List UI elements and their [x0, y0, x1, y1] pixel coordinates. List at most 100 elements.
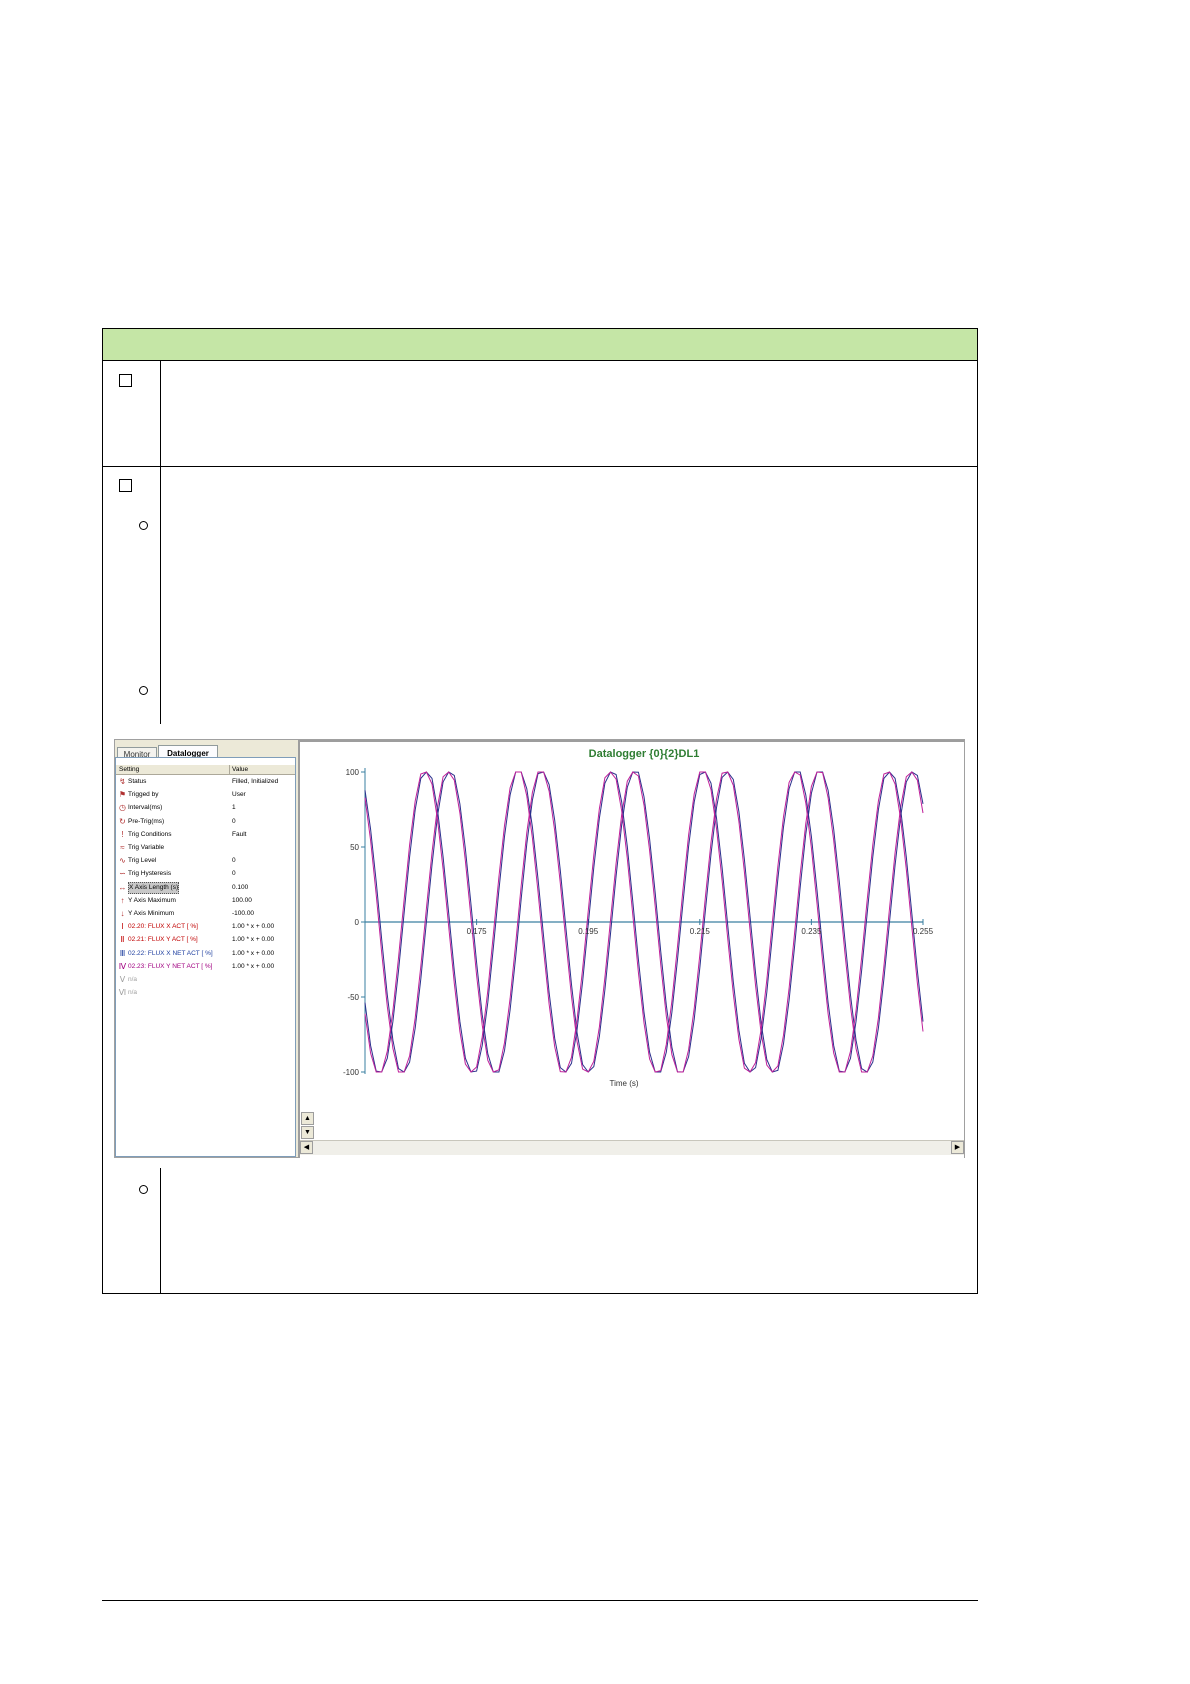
y-tick-label: 100	[346, 768, 360, 777]
setting-label: Y Axis Maximum	[128, 896, 176, 904]
chart-axes	[361, 768, 924, 1074]
setting-label: Status	[128, 778, 147, 785]
grid-row[interactable]: ∽ Trig Hysteresis 0	[116, 867, 295, 880]
grid-row[interactable]: ! Trig Conditions Fault	[116, 828, 295, 841]
channel-5-icon: Ⅴ	[119, 975, 126, 984]
setting-label: Pre-Trig(ms)	[128, 817, 165, 825]
scroll-up-button[interactable]: ▲	[301, 1112, 314, 1125]
grid-row[interactable]: ≈ Trig Variable	[116, 841, 295, 854]
setting-label: Interval(ms)	[128, 804, 163, 812]
setting-label: Trig Level	[128, 857, 157, 865]
chart-labels: Datalogger {0}{2}DL1 100 50 0 -50 -100 0.175 0.…	[343, 748, 934, 1088]
x-axis-icon: ↔	[118, 882, 127, 892]
grid-row[interactable]: Ⅵn/a	[116, 986, 295, 999]
x-tick-label: 0.175	[467, 927, 488, 936]
setting-label: X Axis Length (s)	[128, 881, 180, 894]
setting-label: n/a	[128, 976, 138, 983]
column-divider	[160, 1168, 161, 1294]
channel-3-icon: Ⅲ	[119, 948, 126, 958]
footer-rule	[102, 1600, 978, 1601]
variable-icon: ≈	[120, 843, 125, 852]
setting-value: Fault	[232, 830, 247, 838]
sub-step-bullet	[139, 1185, 148, 1194]
setting-value: 100.00	[232, 896, 252, 904]
setting-value: 0.100	[232, 883, 249, 891]
step-checkbox[interactable]	[119, 374, 132, 387]
scroll-left-button[interactable]: ◀	[300, 1141, 313, 1154]
x-axis-label: Time (s)	[609, 1079, 638, 1088]
setting-label: 02.22: FLUX X NET ACT [ %]	[128, 949, 213, 957]
step-checkbox[interactable]	[119, 479, 132, 492]
clock-icon: ◷	[119, 803, 126, 813]
column-separator	[229, 765, 230, 774]
grid-row[interactable]: Ⅱ 02.21: FLUX Y ACT [ %] 1.00 * x + 0.00	[116, 933, 295, 946]
grid-row[interactable]: Ⅲ 02.22: FLUX X NET ACT [ %] 1.00 * x + 0.…	[116, 947, 295, 960]
setting-value: Filled, Initialized	[232, 778, 279, 785]
grid-row[interactable]: ↑ Y Axis Maximum 100.00	[116, 894, 295, 907]
table-header-band	[103, 329, 977, 361]
column-header-setting[interactable]: Setting	[119, 765, 139, 774]
datalogger-chart: Datalogger {0}{2}DL1 100 50 0 -50 -100 0.175 0.…	[343, 748, 934, 1088]
grid-row[interactable]: Ⅴn/a	[116, 973, 295, 986]
y-tick-label: -100	[343, 1068, 360, 1077]
setting-value: User	[232, 791, 246, 799]
setting-label: Trig Conditions	[128, 830, 172, 838]
setting-value: 0	[232, 870, 236, 878]
level-icon: ∿	[119, 856, 126, 866]
setting-value: 0	[232, 817, 236, 825]
grid-row[interactable]: ⚑ Trigged by User	[116, 788, 295, 801]
setting-label: n/a	[128, 989, 138, 997]
setting-value: -100.00	[232, 910, 255, 917]
sub-step-bullet	[139, 521, 148, 530]
row-divider	[102, 466, 978, 467]
setting-label: 02.23: FLUX Y NET ACT [ %]	[128, 962, 213, 970]
x-tick-label: 0.255	[913, 927, 934, 936]
scroll-right-button[interactable]: ▶	[951, 1141, 964, 1154]
column-divider	[160, 360, 161, 466]
arrow-up-icon: ↑	[120, 895, 125, 905]
setting-value: 0	[232, 857, 236, 865]
channel-6-icon: Ⅵ	[118, 988, 127, 998]
status-icon: ↯	[119, 777, 126, 786]
grid-row[interactable]: ∿ Trig Level 0	[116, 854, 295, 867]
setting-label: Trigged by	[128, 791, 159, 799]
x-tick-label: 0.195	[578, 927, 599, 936]
grid-row[interactable]: ◷ Interval(ms) 1	[116, 801, 295, 814]
grid-row[interactable]: Ⅳ 02.23: FLUX Y NET ACT [ %] 1.00 * x + 0.…	[116, 960, 295, 973]
setting-value: 1.00 * x + 0.00	[232, 923, 275, 931]
sub-step-bullet	[139, 686, 148, 695]
setting-value: 1.00 * x + 0.00	[232, 949, 275, 957]
exclamation-icon: !	[121, 829, 124, 839]
grid-row[interactable]: ↯ Status Filled, Initialized	[116, 775, 295, 788]
y-tick-label: 0	[355, 918, 360, 927]
setting-label: Trig Variable	[128, 844, 165, 851]
setting-value: 1	[232, 804, 236, 812]
hysteresis-icon: ∽	[119, 869, 126, 879]
setting-label: 02.21: FLUX Y ACT [ %]	[128, 936, 198, 944]
setting-value: 1.00 * x + 0.00	[232, 936, 275, 944]
column-header-value[interactable]: Value	[232, 765, 248, 774]
trigger-icon: ⚑	[118, 790, 127, 800]
grid-header: Setting Value	[116, 765, 295, 775]
grid-row[interactable]: I 02.20: FLUX X ACT [ %] 1.00 * x + 0.00	[116, 920, 295, 933]
grid-row[interactable]: ↓ Y Axis Minimum -100.00	[116, 907, 295, 920]
setting-label: Y Axis Minimum	[128, 910, 175, 917]
grid-row[interactable]: ↻ Pre-Trig(ms) 0	[116, 815, 295, 828]
y-tick-label: 50	[350, 843, 359, 852]
channel-1-icon: I	[121, 922, 124, 932]
y-tick-label: -50	[347, 993, 359, 1002]
x-tick-label: 0.215	[690, 927, 711, 936]
scroll-down-button[interactable]: ▼	[301, 1126, 314, 1139]
setting-value: 1.00 * x + 0.00	[232, 962, 275, 970]
chart-title: Datalogger {0}{2}DL1	[589, 748, 700, 760]
horizontal-scrollbar[interactable]: ◀ ▶	[300, 1140, 964, 1155]
setting-label: Trig Hysteresis	[128, 870, 172, 878]
pretrig-icon: ↻	[119, 816, 126, 826]
setting-label: 02.20: FLUX X ACT [ %]	[128, 923, 198, 931]
x-tick-label: 0.235	[801, 927, 822, 936]
channel-4-icon: Ⅳ	[118, 961, 127, 971]
channel-2-icon: Ⅱ	[120, 935, 125, 945]
column-divider	[160, 466, 161, 724]
arrow-down-icon: ↓	[120, 909, 125, 918]
grid-row[interactable]: ↔ X Axis Length (s) 0.100	[116, 881, 295, 894]
